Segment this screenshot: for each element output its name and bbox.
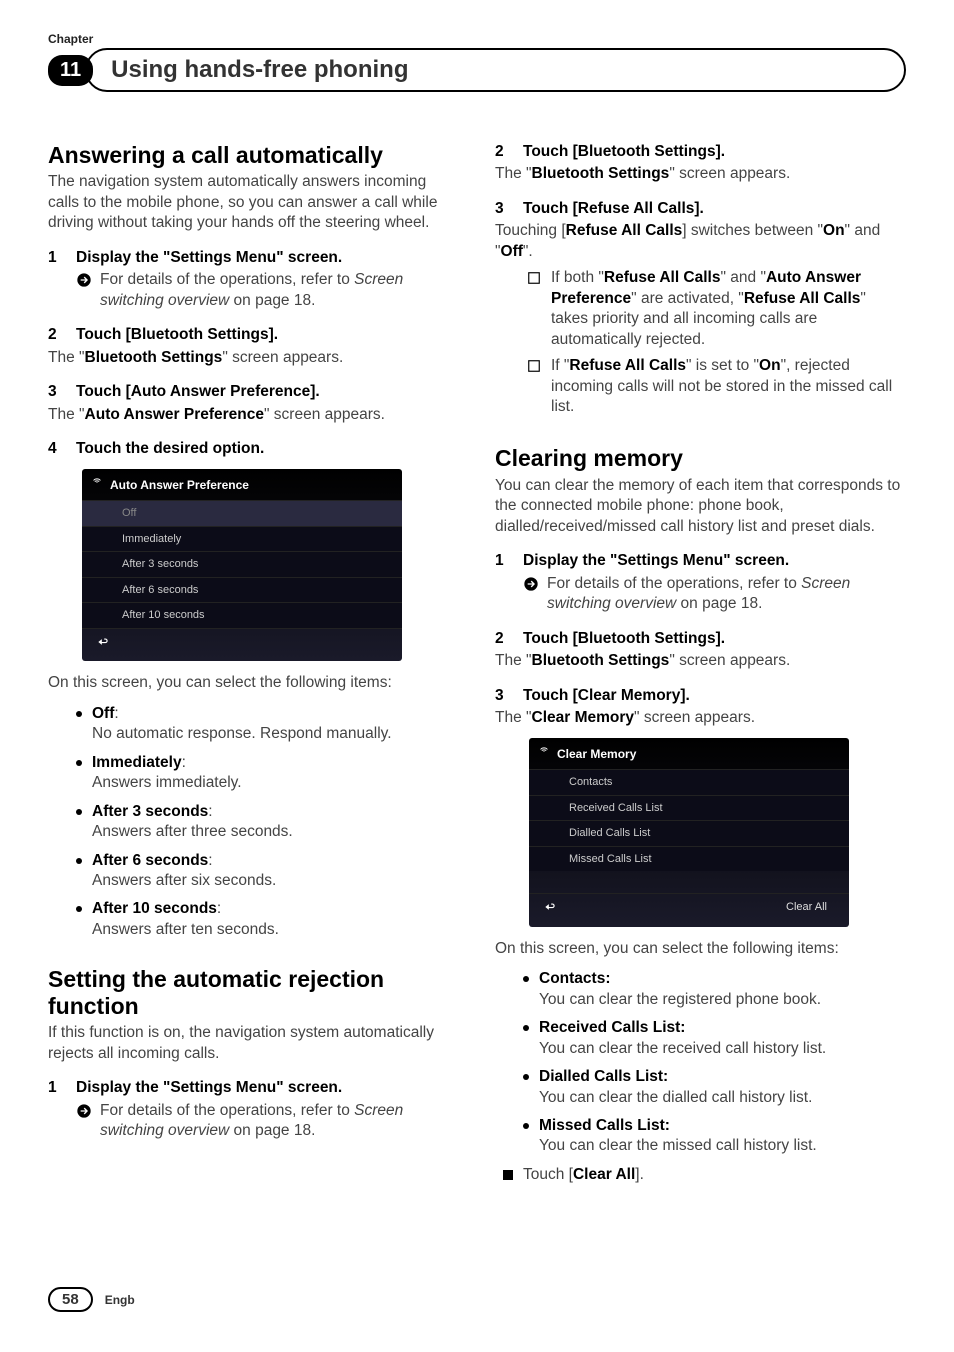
ss-title: Auto Answer Preference xyxy=(110,478,249,494)
c-step-2-after: The "Bluetooth Settings" screen appears. xyxy=(495,651,906,671)
c-step-3-after: The "Clear Memory" screen appears. xyxy=(495,708,906,728)
copt-contacts: Contacts:You can clear the registered ph… xyxy=(523,969,906,1010)
aftershot2-text: On this screen, you can select the follo… xyxy=(495,939,906,959)
back-icon[interactable] xyxy=(94,635,112,654)
note-icon xyxy=(527,268,541,350)
left-column: Answering a call automatically The navig… xyxy=(48,142,459,1185)
intro-text: The navigation system automatically answ… xyxy=(48,172,459,233)
opt-immediately: Immediately:Answers immediately. xyxy=(76,753,459,794)
chapter-title-wrap: Using hands-free phoning xyxy=(85,48,906,92)
opt-10s: After 10 seconds:Answers after ten secon… xyxy=(76,899,459,940)
r-step-3-after: Touching [Refuse All Calls] switches bet… xyxy=(495,221,906,262)
copt-missed: Missed Calls List:You can clear the miss… xyxy=(523,1116,906,1157)
page-footer: 58 Engb xyxy=(48,1287,135,1312)
chapter-title: Using hands-free phoning xyxy=(111,56,884,84)
ss-row-immediately[interactable]: Immediately xyxy=(82,526,402,552)
ss2-dialled[interactable]: Dialled Calls List xyxy=(529,820,849,846)
step-2: 2Touch [Bluetooth Settings]. xyxy=(48,325,459,345)
r-step-2: 2Touch [Bluetooth Settings]. xyxy=(495,142,906,162)
goto-icon xyxy=(76,1101,92,1142)
step-3: 3Touch [Auto Answer Preference]. xyxy=(48,382,459,402)
c-step-2: 2Touch [Bluetooth Settings]. xyxy=(495,629,906,649)
r-step-3: 3Touch [Refuse All Calls]. xyxy=(495,199,906,219)
c-step-3: 3Touch [Clear Memory]. xyxy=(495,686,906,706)
antenna-icon xyxy=(92,477,102,494)
ss-row-6s[interactable]: After 6 seconds xyxy=(82,577,402,603)
goto-icon xyxy=(76,270,92,311)
step-4: 4Touch the desired option. xyxy=(48,439,459,459)
copt-received: Received Calls List:You can clear the re… xyxy=(523,1018,906,1059)
step-1: 1Display the "Settings Menu" screen. xyxy=(48,248,459,268)
rej-step-1-sub: For details of the operations, refer to … xyxy=(76,1101,459,1142)
tail-instruction: Touch [Clear All]. xyxy=(503,1165,906,1185)
goto-icon xyxy=(523,574,539,615)
ss2-received[interactable]: Received Calls List xyxy=(529,795,849,821)
ss-row-3s[interactable]: After 3 seconds xyxy=(82,551,402,577)
ss-row-10s[interactable]: After 10 seconds xyxy=(82,602,402,628)
clearing-intro: You can clear the memory of each item th… xyxy=(495,476,906,537)
language-label: Engb xyxy=(105,1293,135,1307)
note-icon xyxy=(527,356,541,417)
note-1: If both "Refuse All Calls" and "Auto Ans… xyxy=(527,268,906,350)
copt-dialled: Dialled Calls List:You can clear the dia… xyxy=(523,1067,906,1108)
screenshot-auto-answer: Auto Answer Preference Off Immediately A… xyxy=(82,469,402,661)
ss2-title: Clear Memory xyxy=(557,747,636,763)
opt-6s: After 6 seconds:Answers after six second… xyxy=(76,851,459,892)
c-step-1-sub: For details of the operations, refer to … xyxy=(523,574,906,615)
r-step-2-after: The "Bluetooth Settings" screen appears. xyxy=(495,164,906,184)
rejection-intro: If this function is on, the navigation s… xyxy=(48,1023,459,1064)
heading-answering: Answering a call automatically xyxy=(48,142,459,168)
antenna-icon xyxy=(539,746,549,763)
ss2-missed[interactable]: Missed Calls List xyxy=(529,846,849,872)
ss-row-off[interactable]: Off xyxy=(82,500,402,526)
chapter-bar: 11 Using hands-free phoning xyxy=(48,48,906,92)
back-icon[interactable] xyxy=(541,900,559,919)
opt-off: Off:No automatic response. Respond manua… xyxy=(76,704,459,745)
aftershot-text: On this screen, you can select the follo… xyxy=(48,673,459,693)
c-step-1: 1Display the "Settings Menu" screen. xyxy=(495,551,906,571)
heading-clearing: Clearing memory xyxy=(495,445,906,471)
step-3-after: The "Auto Answer Preference" screen appe… xyxy=(48,405,459,425)
filled-square-icon xyxy=(503,1170,513,1180)
opt-3s: After 3 seconds:Answers after three seco… xyxy=(76,802,459,843)
chapter-label: Chapter xyxy=(48,32,906,46)
step-1-sub: For details of the operations, refer to … xyxy=(76,270,459,311)
ss2-contacts[interactable]: Contacts xyxy=(529,769,849,795)
heading-rejection: Setting the automatic rejection function xyxy=(48,966,459,1019)
clear-all-button[interactable]: Clear All xyxy=(786,900,837,919)
step-2-after: The "Bluetooth Settings" screen appears. xyxy=(48,348,459,368)
rej-step-1: 1Display the "Settings Menu" screen. xyxy=(48,1078,459,1098)
page-number: 58 xyxy=(48,1287,93,1312)
note-2: If "Refuse All Calls" is set to "On", re… xyxy=(527,356,906,417)
right-column: 2Touch [Bluetooth Settings]. The "Blueto… xyxy=(495,142,906,1185)
screenshot-clear-memory: Clear Memory Contacts Received Calls Lis… xyxy=(529,738,849,926)
